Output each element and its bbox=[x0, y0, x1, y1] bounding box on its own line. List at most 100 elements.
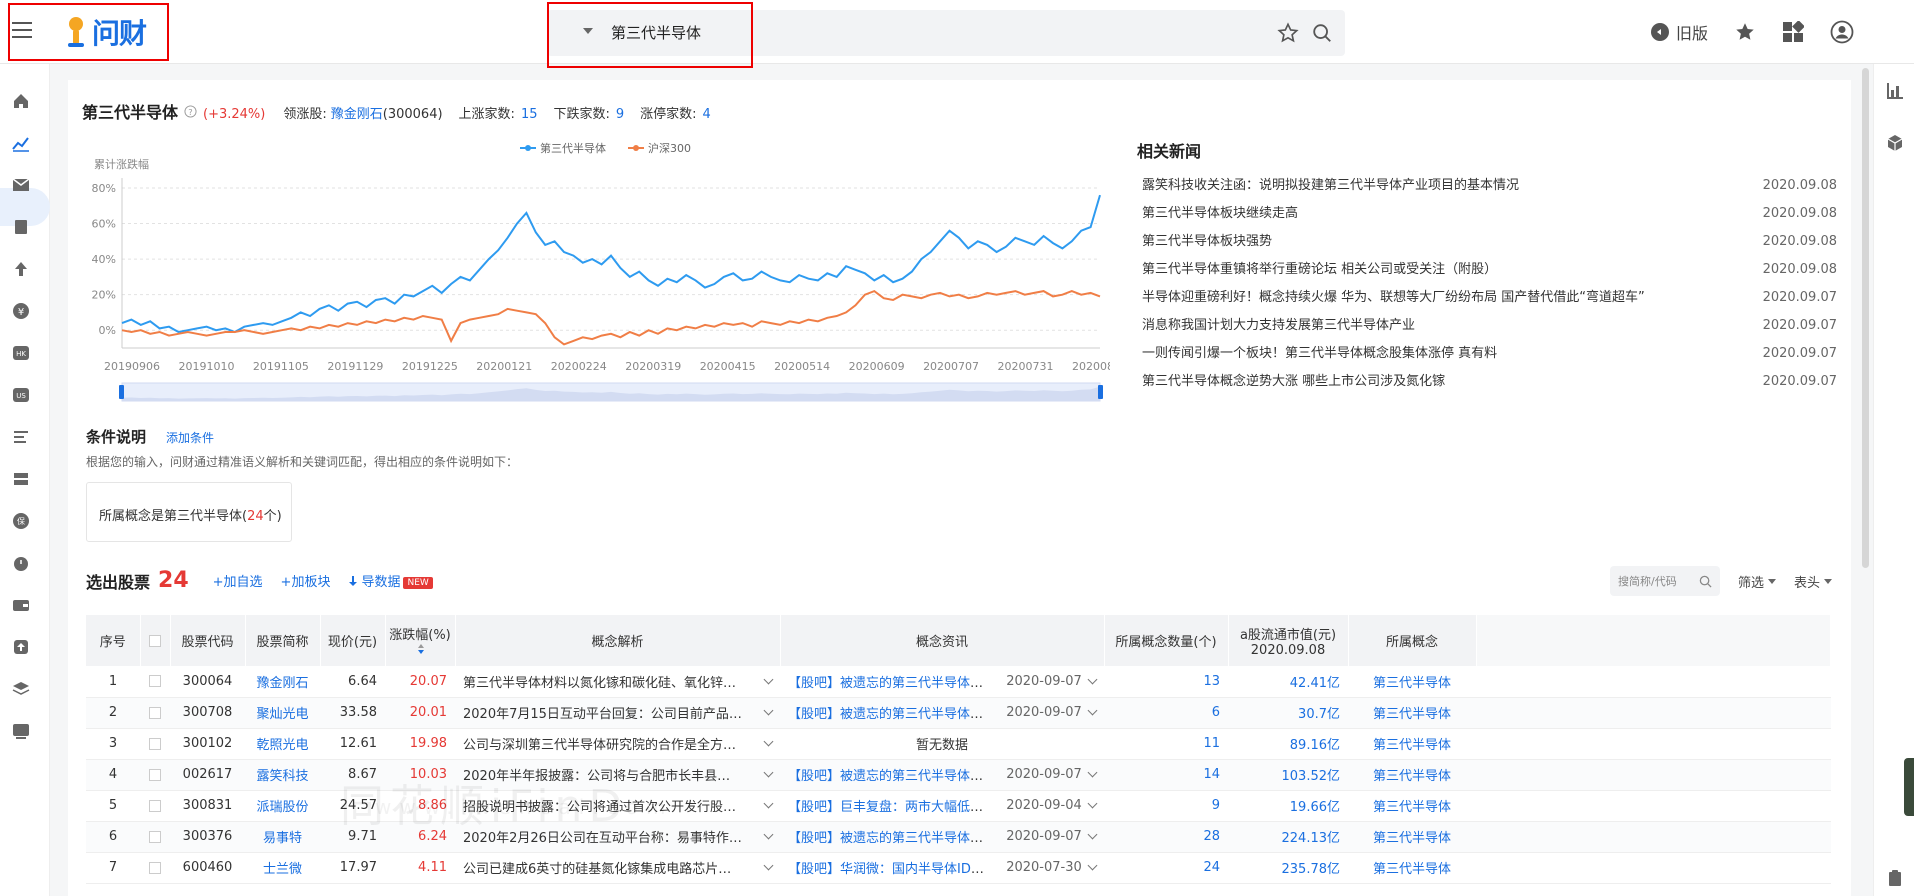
add-block-button[interactable]: +加板块 bbox=[281, 571, 331, 590]
col-select-all[interactable] bbox=[140, 615, 171, 666]
list-icon[interactable] bbox=[12, 428, 30, 446]
legend-label[interactable]: 第三代半导体 bbox=[540, 141, 606, 155]
table-row[interactable]: 3 300102 乾照光电 12.61 19.98 公司与深圳第三代半导体研究院的合作是全… bbox=[86, 728, 1831, 760]
timer-icon[interactable] bbox=[12, 554, 30, 572]
row-checkbox[interactable] bbox=[149, 768, 161, 781]
clipboard-icon[interactable] bbox=[1886, 869, 1904, 887]
expand-chevron-icon[interactable] bbox=[1087, 705, 1098, 716]
cell-concept-count[interactable]: 14 bbox=[1104, 759, 1228, 791]
col-name[interactable]: 股票简称 bbox=[245, 615, 321, 666]
cell-news[interactable]: 暂无数据 bbox=[780, 728, 1104, 760]
col-price[interactable]: 现价(元) bbox=[320, 615, 386, 666]
zoom-handle-right[interactable] bbox=[1098, 385, 1103, 399]
news-item[interactable]: 第三代半导体板块继续走高 2020.09.08 bbox=[1142, 204, 1837, 232]
news-link[interactable]: 【股吧】华润微：国内半导体IDM龙头 bbox=[788, 862, 993, 877]
col-market-cap[interactable]: a股流通市值(元) 2020.09.08 bbox=[1228, 615, 1349, 666]
series-line-1[interactable] bbox=[121, 194, 1101, 334]
export-box-icon[interactable] bbox=[12, 638, 30, 656]
apps-icon[interactable] bbox=[1782, 21, 1805, 43]
expand-chevron-icon[interactable] bbox=[763, 705, 774, 716]
cube-icon[interactable] bbox=[1886, 134, 1904, 152]
legend-label[interactable]: 沪深300 bbox=[648, 141, 691, 155]
server-icon[interactable] bbox=[12, 470, 30, 488]
cell-concept[interactable]: 第三代半导体 bbox=[1348, 852, 1476, 884]
news-item[interactable]: 一则传闻引爆一个板块！第三代半导体概念股集体涨停 真有料 2020.09.07 bbox=[1142, 344, 1837, 372]
col-change[interactable]: 涨跌幅(%) bbox=[385, 615, 456, 666]
expand-chevron-icon[interactable] bbox=[1087, 767, 1098, 778]
col-concept[interactable]: 所属概念 bbox=[1348, 615, 1477, 666]
news-link[interactable]: 【股吧】巨丰复盘：两市大幅低开后震荡 bbox=[788, 800, 993, 815]
news-item[interactable]: 第三代半导体重镇将举行重磅论坛 相关公司或受关注（附股） 2020.09.08 bbox=[1142, 260, 1837, 288]
star-icon[interactable] bbox=[1277, 22, 1299, 44]
cell-concept-count[interactable]: 24 bbox=[1104, 852, 1228, 884]
cell-news[interactable]: 【股吧】被遗忘的第三代半导体，国产替代 2020-09-07 bbox=[780, 759, 1104, 791]
cell-concept-count[interactable]: 9 bbox=[1104, 790, 1228, 822]
upload-arrow-icon[interactable] bbox=[12, 260, 30, 278]
cell-news[interactable]: 【股吧】华润微：国内半导体IDM龙头 2020-07-30 bbox=[780, 852, 1104, 884]
news-item[interactable]: 第三代半导体概念逆势大涨 哪些上市公司涉及氮化镓 2020.09.07 bbox=[1142, 372, 1837, 400]
cell-select[interactable] bbox=[140, 852, 170, 884]
cell-concept[interactable]: 第三代半导体 bbox=[1348, 759, 1476, 791]
add-watchlist-button[interactable]: +加自选 bbox=[213, 571, 263, 590]
expand-chevron-icon[interactable] bbox=[763, 860, 774, 871]
monitor-icon[interactable] bbox=[12, 722, 30, 740]
news-item-title[interactable]: 消息称我国计划大力支持发展第三代半导体产业 bbox=[1142, 316, 1415, 344]
cell-stock-name[interactable]: 乾照光电 bbox=[245, 728, 320, 760]
cell-select[interactable] bbox=[140, 697, 170, 729]
cell-news[interactable]: 【股吧】巨丰复盘：两市大幅低开后震荡 2020-09-04 bbox=[780, 790, 1104, 822]
news-item-title[interactable]: 半导体迎重磅利好！概念持续火爆 华为、联想等大厂纷纷布局 国产替代借此“弯道超车… bbox=[1142, 288, 1645, 316]
news-item-title[interactable]: 第三代半导体重镇将举行重磅论坛 相关公司或受关注（附股） bbox=[1142, 260, 1497, 288]
expand-chevron-icon[interactable] bbox=[763, 829, 774, 840]
us-market-icon[interactable]: US bbox=[12, 386, 30, 404]
favorites-star-icon[interactable] bbox=[1734, 21, 1756, 43]
expand-chevron-icon[interactable] bbox=[763, 798, 774, 809]
cell-news[interactable]: 【股吧】被遗忘的第三代半导体，国产替代 2020-09-07 bbox=[780, 666, 1104, 698]
cell-select[interactable] bbox=[140, 728, 170, 760]
user-avatar-icon[interactable] bbox=[1830, 20, 1854, 44]
expand-chevron-icon[interactable] bbox=[1087, 674, 1098, 685]
zoom-handle-left[interactable] bbox=[119, 385, 124, 399]
table-row[interactable]: 1 300064 豫金刚石 6.64 20.07 第三代半导体材料以氮化镓和碳化硅、氧化锌… bbox=[86, 666, 1831, 698]
book-icon[interactable] bbox=[12, 218, 30, 236]
table-header-button[interactable]: 表头 bbox=[1794, 572, 1833, 591]
cell-analysis[interactable]: 公司与深圳第三代半导体研究院的合作是全方位的 bbox=[455, 728, 780, 760]
floating-tab[interactable] bbox=[1904, 758, 1914, 816]
help-icon[interactable]: ? bbox=[184, 104, 197, 118]
col-concept-count[interactable]: 所属概念数量(个) bbox=[1104, 615, 1229, 666]
col-analysis[interactable]: 概念解析 bbox=[455, 615, 781, 666]
news-link[interactable]: 【股吧】被遗忘的第三代半导体，国产替代 bbox=[788, 707, 993, 722]
row-checkbox[interactable] bbox=[149, 861, 161, 874]
filter-button[interactable]: 筛选 bbox=[1738, 572, 1777, 591]
cell-stock-name[interactable]: 豫金刚石 bbox=[245, 666, 320, 698]
col-news[interactable]: 概念资讯 bbox=[780, 615, 1105, 666]
layers-icon[interactable] bbox=[12, 680, 30, 698]
cell-analysis[interactable]: 2020年7月15日互动平台回复：公司目前产品主要为 bbox=[455, 697, 780, 729]
expand-chevron-icon[interactable] bbox=[1087, 798, 1098, 809]
news-item-title[interactable]: 第三代半导体板块强势 bbox=[1142, 232, 1272, 260]
series-line-2[interactable] bbox=[121, 289, 1101, 346]
row-checkbox[interactable] bbox=[149, 737, 161, 750]
news-link[interactable]: 【股吧】被遗忘的第三代半导体，国产替代 bbox=[788, 769, 993, 784]
expand-chevron-icon[interactable] bbox=[1087, 829, 1098, 840]
select-all-checkbox[interactable] bbox=[149, 634, 161, 647]
bar-chart-icon[interactable] bbox=[1886, 82, 1904, 100]
expand-chevron-icon[interactable] bbox=[763, 674, 774, 685]
table-row[interactable]: 2 300708 聚灿光电 33.58 20.01 2020年7月15日互动平台回复：公司… bbox=[86, 697, 1831, 729]
table-row[interactable]: 7 600460 士兰微 17.97 4.11 公司已建成6英寸的硅基氮化镓集成电路芯片生… bbox=[86, 852, 1831, 884]
old-version-button[interactable]: 旧版 bbox=[1650, 20, 1708, 44]
cell-concept[interactable]: 第三代半导体 bbox=[1348, 790, 1476, 822]
performance-chart[interactable]: 累计涨跌幅 80% 60% 40% 20% 0% 20190906 20191010 20191… bbox=[80, 138, 1110, 408]
news-item-title[interactable]: 第三代半导体板块继续走高 bbox=[1142, 204, 1298, 232]
home-icon[interactable] bbox=[12, 92, 30, 110]
cell-concept[interactable]: 第三代半导体 bbox=[1348, 728, 1476, 760]
cell-select[interactable] bbox=[140, 821, 170, 853]
insurance-icon[interactable]: 保 bbox=[12, 512, 30, 530]
news-item[interactable]: 消息称我国计划大力支持发展第三代半导体产业 2020.09.07 bbox=[1142, 316, 1837, 344]
cell-analysis[interactable]: 第三代半导体材料以氮化镓和碳化硅、氧化锌等宽禁带为主 bbox=[455, 666, 780, 698]
cell-concept-count[interactable]: 28 bbox=[1104, 821, 1228, 853]
news-item-title[interactable]: 第三代半导体概念逆势大涨 哪些上市公司涉及氮化镓 bbox=[1142, 372, 1445, 400]
search-icon[interactable] bbox=[1311, 22, 1333, 44]
cell-analysis[interactable]: 公司已建成6英寸的硅基氮化镓集成电路芯片生产线 bbox=[455, 852, 780, 884]
news-item[interactable]: 半导体迎重磅利好！概念持续火爆 华为、联想等大厂纷纷布局 国产替代借此“弯道超车… bbox=[1142, 288, 1837, 316]
cell-stock-name[interactable]: 士兰微 bbox=[245, 852, 320, 884]
